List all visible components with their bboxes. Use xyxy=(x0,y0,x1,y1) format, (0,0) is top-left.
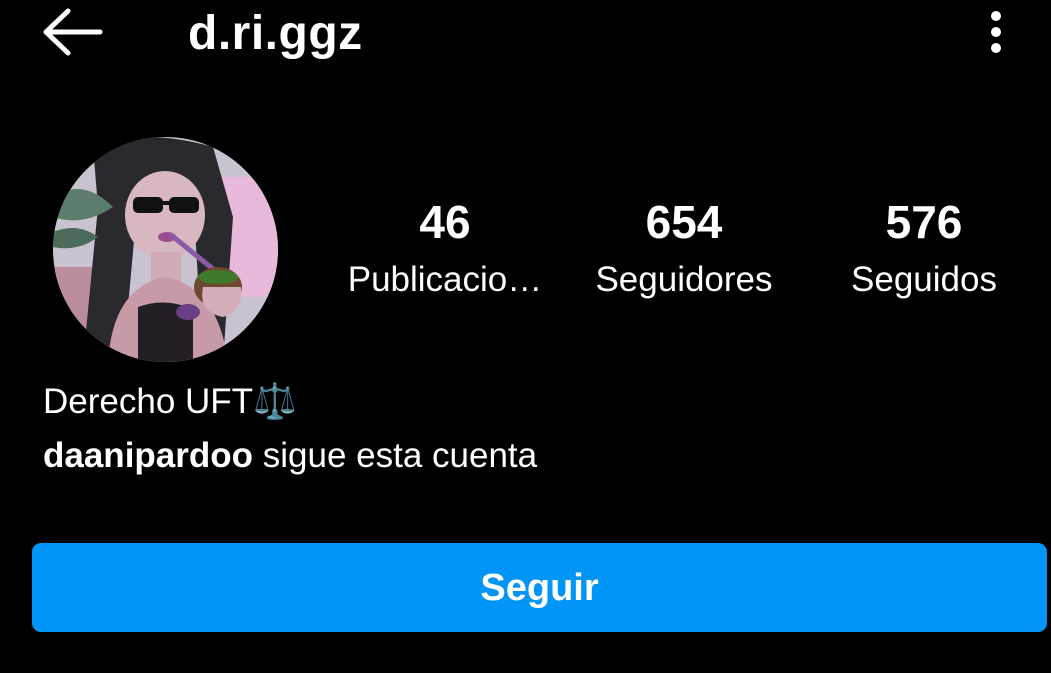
posts-count: 46 xyxy=(419,196,471,248)
profile-username: d.ri.ggz xyxy=(188,7,363,60)
stat-posts[interactable]: 46 Publicacio… xyxy=(330,194,560,302)
profile-avatar[interactable] xyxy=(53,137,278,362)
follow-button[interactable]: Seguir xyxy=(32,543,1047,632)
following-label: Seguidos xyxy=(851,260,997,299)
stat-followers[interactable]: 654 Seguidores xyxy=(569,194,799,302)
followers-count: 654 xyxy=(645,196,723,248)
top-bar: d.ri.ggz xyxy=(0,0,1051,75)
posts-label: Publicacio… xyxy=(347,260,543,299)
back-arrow-icon xyxy=(38,2,108,62)
followed-by-line[interactable]: daanipardoo sigue esta cuenta xyxy=(43,434,537,478)
followers-label: Seguidores xyxy=(595,260,773,299)
back-button[interactable] xyxy=(38,2,108,62)
more-options-button[interactable] xyxy=(978,8,1014,56)
followed-by-username[interactable]: daanipardoo xyxy=(43,436,253,475)
followed-by-text: sigue esta cuenta xyxy=(253,436,538,475)
stat-following[interactable]: 576 Seguidos xyxy=(809,194,1039,302)
more-vertical-icon xyxy=(978,11,1014,60)
profile-bio: Derecho UFT⚖️ xyxy=(43,382,297,421)
following-count: 576 xyxy=(885,196,963,248)
